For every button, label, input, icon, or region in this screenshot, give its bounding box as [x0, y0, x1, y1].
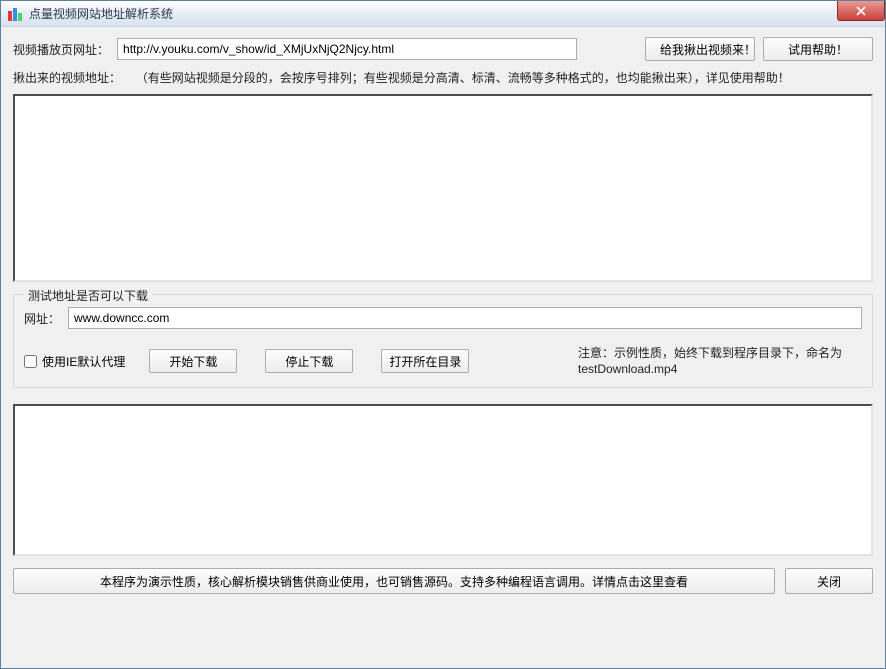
- log-textarea[interactable]: [13, 404, 873, 556]
- help-button[interactable]: 试用帮助！: [763, 37, 873, 61]
- download-note: 注意：示例性质，始终下载到程序目录下，命名为 testDownload.mp4: [578, 345, 862, 377]
- window-title: 点量视频网站地址解析系统: [29, 5, 173, 22]
- content-area: 视频播放页网址： 给我揪出视频来！ 试用帮助！ 揪出来的视频地址： （有些网站视…: [1, 27, 885, 668]
- title-bar[interactable]: 点量视频网站地址解析系统: [1, 1, 885, 27]
- result-note: （有些网站视频是分段的，会按序号排列；有些视频是分高清、标清、流畅等多种格式的，…: [136, 71, 790, 85]
- open-dir-button[interactable]: 打开所在目录: [381, 349, 469, 373]
- download-test-group: 测试地址是否可以下载 网址： 使用IE默认代理 开始下载 停止下载 打开所在目录…: [13, 294, 873, 388]
- ie-proxy-checkbox[interactable]: [24, 355, 37, 368]
- result-prefix: 揪出来的视频地址：: [13, 71, 121, 85]
- stop-download-button[interactable]: 停止下载: [265, 349, 353, 373]
- window-close-button[interactable]: [837, 1, 885, 21]
- main-window: 点量视频网站地址解析系统 视频播放页网址： 给我揪出视频来！ 试用帮助！ 揪出来…: [0, 0, 886, 669]
- download-url-input[interactable]: [68, 307, 862, 329]
- app-icon: [7, 6, 23, 22]
- ie-proxy-text: 使用IE默认代理: [42, 353, 125, 370]
- group-legend: 测试地址是否可以下载: [24, 287, 152, 304]
- ie-proxy-checkbox-label[interactable]: 使用IE默认代理: [24, 353, 125, 370]
- footer-close-button[interactable]: 关闭: [785, 568, 873, 594]
- video-page-url-input[interactable]: [117, 38, 577, 60]
- top-row: 视频播放页网址： 给我揪出视频来！ 试用帮助！: [13, 37, 873, 61]
- close-icon: [856, 6, 866, 16]
- parse-video-button[interactable]: 给我揪出视频来！: [645, 37, 755, 61]
- result-note-row: 揪出来的视频地址： （有些网站视频是分段的，会按序号排列；有些视频是分高清、标清…: [13, 67, 873, 88]
- download-url-label: 网址：: [24, 310, 60, 327]
- result-textarea[interactable]: [13, 94, 873, 282]
- footer-row: 本程序为演示性质，核心解析模块销售供商业使用，也可销售源码。支持多种编程语言调用…: [13, 568, 873, 594]
- footer-info-button[interactable]: 本程序为演示性质，核心解析模块销售供商业使用，也可销售源码。支持多种编程语言调用…: [13, 568, 775, 594]
- url-label: 视频播放页网址：: [13, 41, 109, 58]
- start-download-button[interactable]: 开始下载: [149, 349, 237, 373]
